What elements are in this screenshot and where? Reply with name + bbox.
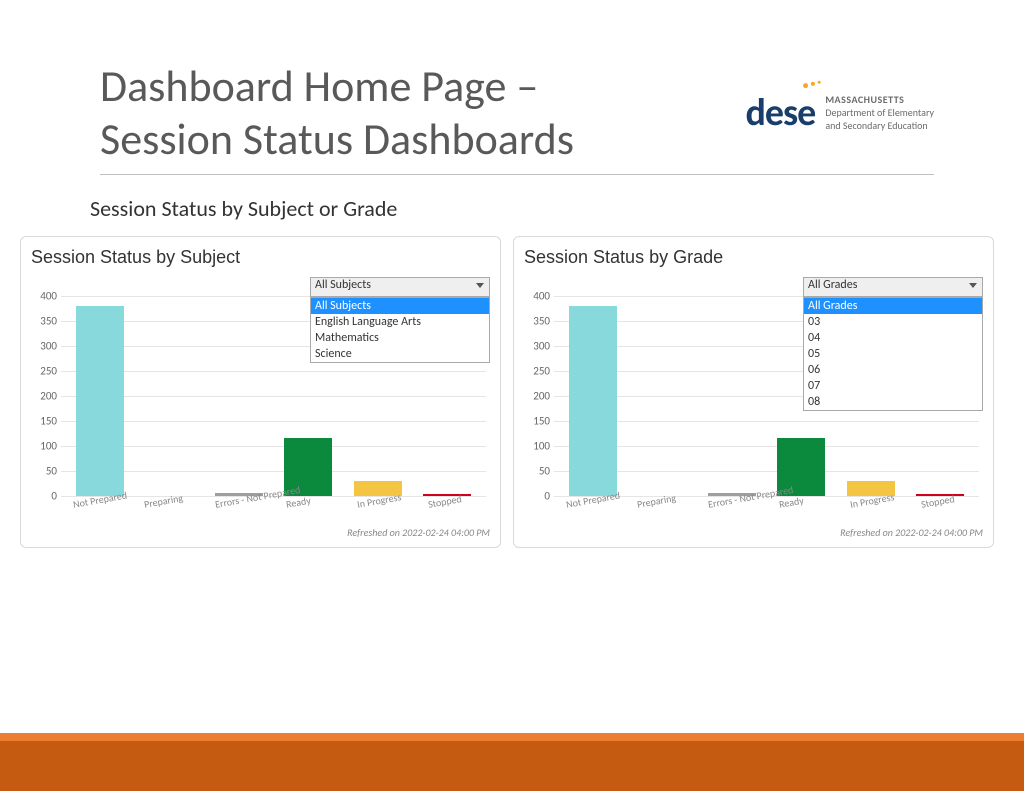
dropdown-option[interactable]: Science: [311, 346, 489, 362]
grade-filter[interactable]: All Grades All Grades 03 04 05 06 07 08: [803, 277, 983, 411]
subject-filter[interactable]: All Subjects All Subjects English Langua…: [310, 277, 490, 363]
y-tick-label: 350: [33, 314, 57, 327]
logo-tag-line2: and Secondary Education: [825, 119, 934, 132]
refreshed-label: Refreshed on 2022-02-24 04:00 PM: [524, 526, 983, 539]
y-tick-label: 200: [33, 389, 57, 402]
dropdown-option[interactable]: All Grades: [804, 298, 982, 314]
footer-bar: [0, 741, 1024, 791]
chart-title: Session Status by Subject: [31, 247, 490, 268]
footer-accent: [0, 733, 1024, 741]
dese-logo: dese MASSACHUSETTS Department of Element…: [746, 90, 935, 136]
y-tick-label: 0: [33, 489, 57, 502]
section-subtitle: Session Status by Subject or Grade: [90, 195, 934, 222]
logo-tag-bold: MASSACHUSETTS: [825, 93, 934, 106]
dropdown-option[interactable]: 03: [804, 314, 982, 330]
refreshed-label: Refreshed on 2022-02-24 04:00 PM: [31, 526, 490, 539]
subject-select[interactable]: All Subjects: [310, 277, 490, 297]
dropdown-option[interactable]: 08: [804, 394, 982, 410]
grade-select[interactable]: All Grades: [803, 277, 983, 297]
y-tick-label: 150: [526, 414, 550, 427]
dropdown-option[interactable]: English Language Arts: [311, 314, 489, 330]
chart-card-subject: Session Status by Subject All Subjects A…: [20, 236, 501, 548]
chart-title: Session Status by Grade: [524, 247, 983, 268]
y-tick-label: 100: [33, 439, 57, 452]
page-title: Dashboard Home Page – Session Status Das…: [100, 60, 574, 166]
y-tick-label: 350: [526, 314, 550, 327]
title-line-1: Dashboard Home Page –: [100, 59, 538, 113]
title-line-2: Session Status Dashboards: [100, 112, 574, 166]
dropdown-option[interactable]: 07: [804, 378, 982, 394]
grade-dropdown-list: All Grades 03 04 05 06 07 08: [803, 297, 983, 411]
dropdown-option[interactable]: 04: [804, 330, 982, 346]
chart-x-labels: Not PreparedPreparingErrors - Not Prepar…: [554, 496, 979, 524]
y-tick-label: 300: [33, 339, 57, 352]
y-tick-label: 100: [526, 439, 550, 452]
dropdown-option[interactable]: Mathematics: [311, 330, 489, 346]
y-tick-label: 400: [526, 289, 550, 302]
y-tick-label: 250: [33, 364, 57, 377]
y-tick-label: 250: [526, 364, 550, 377]
y-tick-label: 400: [33, 289, 57, 302]
dropdown-option[interactable]: All Subjects: [311, 298, 489, 314]
subject-dropdown-list: All Subjects English Language Arts Mathe…: [310, 297, 490, 363]
chart-x-labels: Not PreparedPreparingErrors - Not Prepar…: [61, 496, 486, 524]
chart-bar: [569, 306, 617, 496]
y-tick-label: 50: [526, 464, 550, 477]
logo-mark: dese: [746, 90, 816, 136]
y-tick-label: 150: [33, 414, 57, 427]
chart-bar: [76, 306, 124, 496]
dropdown-option[interactable]: 06: [804, 362, 982, 378]
y-tick-label: 200: [526, 389, 550, 402]
y-tick-label: 0: [526, 489, 550, 502]
y-tick-label: 300: [526, 339, 550, 352]
chart-card-grade: Session Status by Grade All Grades All G…: [513, 236, 994, 548]
logo-tag-line1: Department of Elementary: [825, 106, 934, 119]
dropdown-option[interactable]: 05: [804, 346, 982, 362]
charts-row: Session Status by Subject All Subjects A…: [20, 236, 994, 548]
logo-tagline: MASSACHUSETTS Department of Elementary a…: [825, 93, 934, 132]
logo-mark-text: dese: [746, 90, 816, 136]
header: Dashboard Home Page – Session Status Das…: [100, 60, 934, 175]
logo-dots-icon: [803, 80, 822, 88]
y-tick-label: 50: [33, 464, 57, 477]
